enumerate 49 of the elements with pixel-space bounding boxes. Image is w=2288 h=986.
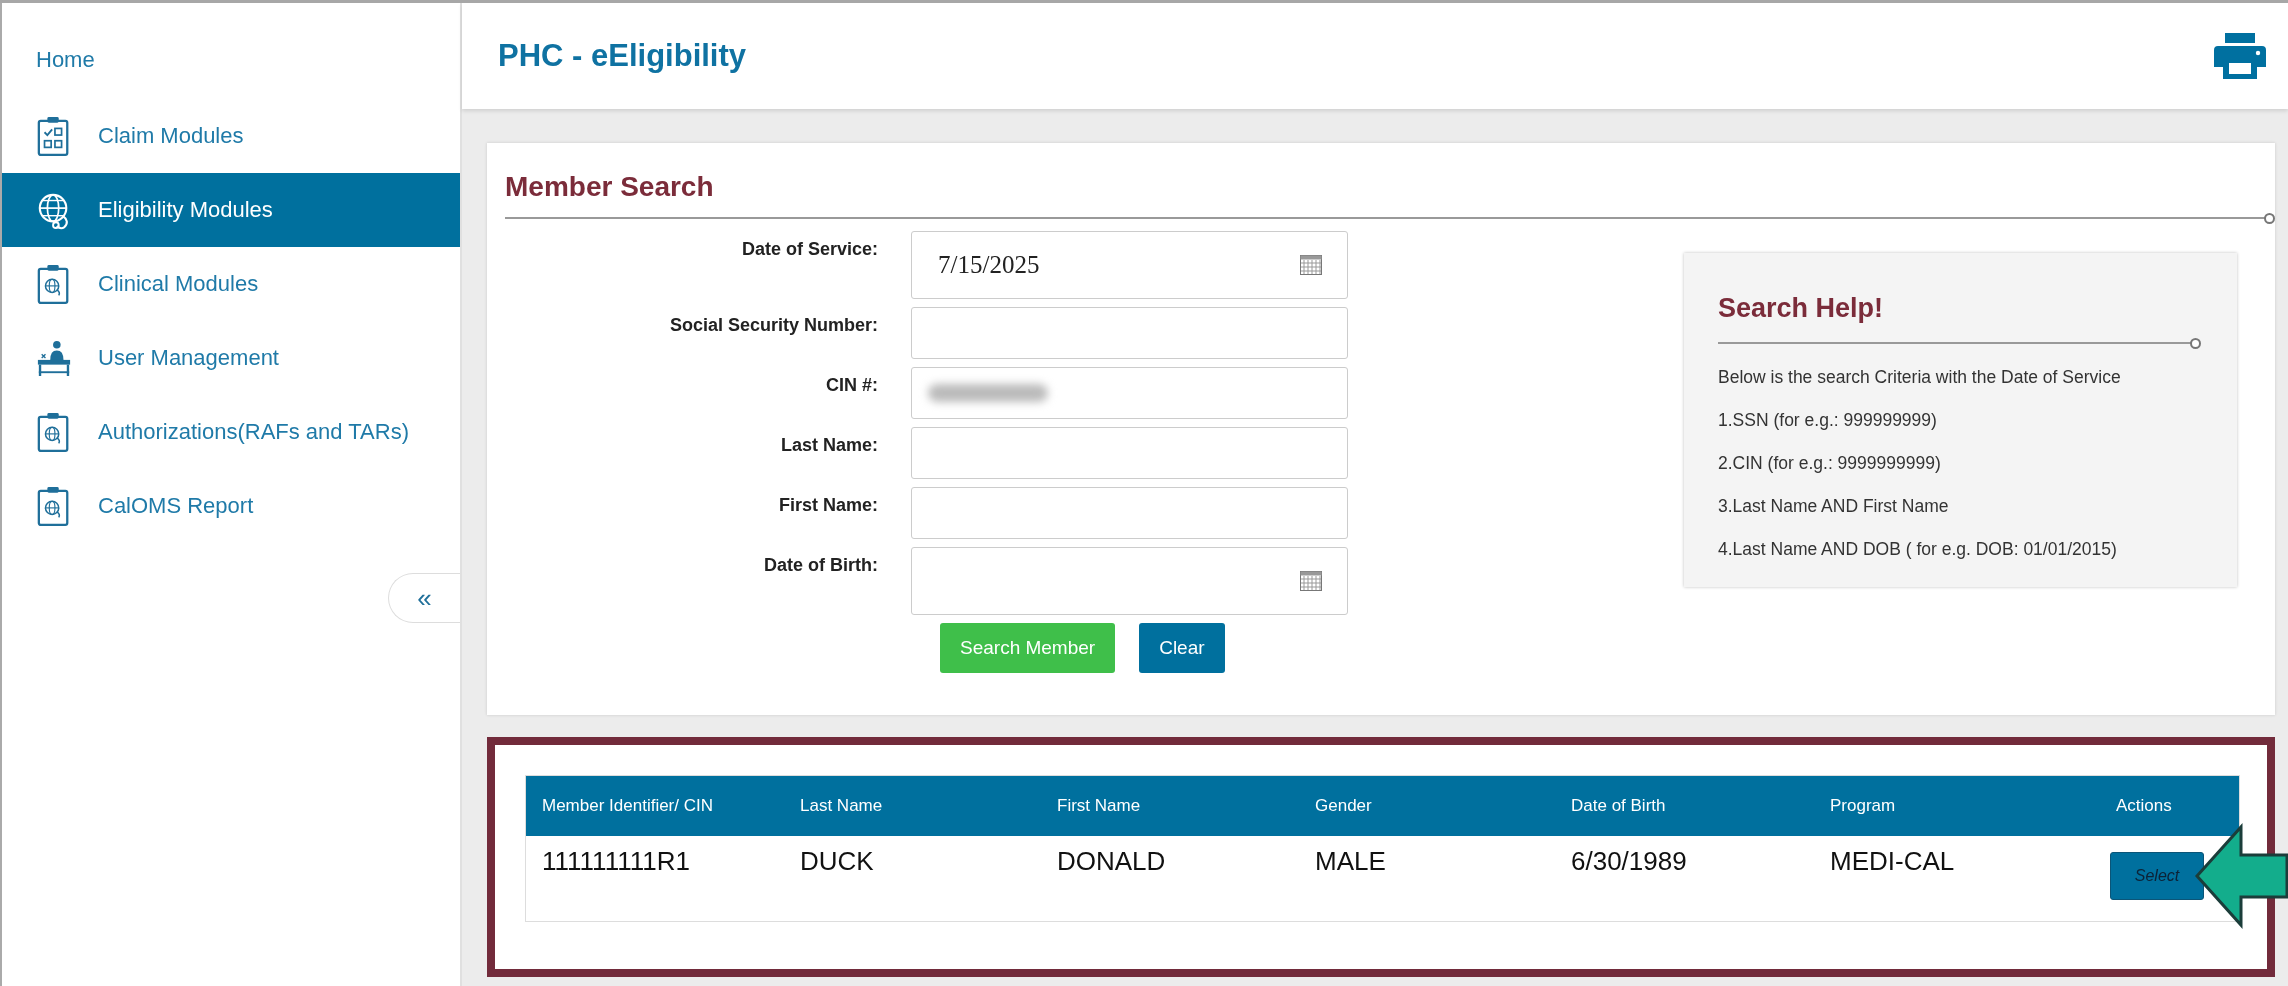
column-header: Member Identifier/ CIN bbox=[542, 796, 714, 816]
column-header: Date of Birth bbox=[1571, 796, 1667, 816]
sidebar-item[interactable]: User Management bbox=[2, 321, 460, 395]
table-cell-text: 6/30/1989 bbox=[1571, 846, 1688, 877]
print-button[interactable] bbox=[2214, 33, 2266, 79]
sidebar-item[interactable]: CalOMS Report bbox=[2, 469, 460, 543]
column-header: Program bbox=[1830, 796, 1897, 816]
clear-button[interactable]: Clear bbox=[1139, 623, 1225, 673]
input-field[interactable] bbox=[911, 367, 1348, 419]
column-header: Actions bbox=[2115, 796, 2173, 816]
table-cell-text: DONALD bbox=[1057, 846, 1167, 877]
input-field[interactable] bbox=[911, 547, 1348, 615]
print-icon bbox=[2214, 33, 2266, 79]
collapse-button[interactable]: « bbox=[388, 573, 460, 623]
section-title: Member Search bbox=[505, 171, 715, 203]
help-text: 3.Last Name AND First Name bbox=[1718, 495, 1950, 517]
table-cell-text: MEDI-CAL bbox=[1830, 846, 1956, 877]
field-label: CIN #: bbox=[825, 374, 878, 397]
input-field[interactable] bbox=[911, 307, 1348, 359]
table-cell-text: DUCK bbox=[800, 846, 875, 877]
column-header: Last Name bbox=[800, 796, 884, 816]
help-title: Search Help! bbox=[1718, 293, 1885, 324]
column-header: Gender bbox=[1315, 796, 1373, 816]
help-text: Below is the search Criteria with the Date of Service bbox=[1718, 366, 2122, 388]
help-text: 1.SSN (for e.g.: 999999999) bbox=[1718, 409, 1938, 431]
sidebar-item[interactable]: Home bbox=[2, 25, 460, 95]
field-label: Date of Birth: bbox=[763, 554, 878, 577]
field-label: Last Name: bbox=[779, 434, 878, 457]
table-cell-text: MALE bbox=[1315, 846, 1387, 877]
input-field[interactable] bbox=[911, 427, 1348, 479]
sidebar-item[interactable]: Authorizations(RAFs and TARs) bbox=[2, 395, 460, 469]
table-cell-text: 111111111R1 bbox=[542, 846, 691, 877]
field-label: First Name: bbox=[777, 494, 878, 517]
search-member-button[interactable]: Search Member bbox=[940, 623, 1116, 673]
help-text: 4.Last Name AND DOB ( for e.g. DOB: 01/01/2015) bbox=[1718, 538, 2118, 560]
column-header: First Name bbox=[1057, 796, 1142, 816]
sidebar-item[interactable]: Clinical Modules bbox=[2, 247, 460, 321]
input-field[interactable] bbox=[911, 487, 1348, 539]
calendar-icon bbox=[1300, 571, 1322, 591]
sidebar-item[interactable]: Eligibility Modules bbox=[2, 173, 460, 247]
page-title: PHC - eEligibility bbox=[498, 38, 747, 74]
rule-end-icon bbox=[2190, 338, 2201, 349]
field-label: Date of Service: bbox=[740, 238, 878, 261]
help-text: 2.CIN (for e.g.: 9999999999) bbox=[1718, 452, 1942, 474]
calendar-icon bbox=[1300, 255, 1322, 275]
sidebar-item[interactable]: Claim Modules bbox=[2, 99, 460, 173]
select-button[interactable]: Select bbox=[2110, 852, 2204, 900]
field-label: Social Security Number: bbox=[668, 314, 878, 337]
input-field[interactable]: 7/15/2025 bbox=[911, 231, 1348, 299]
